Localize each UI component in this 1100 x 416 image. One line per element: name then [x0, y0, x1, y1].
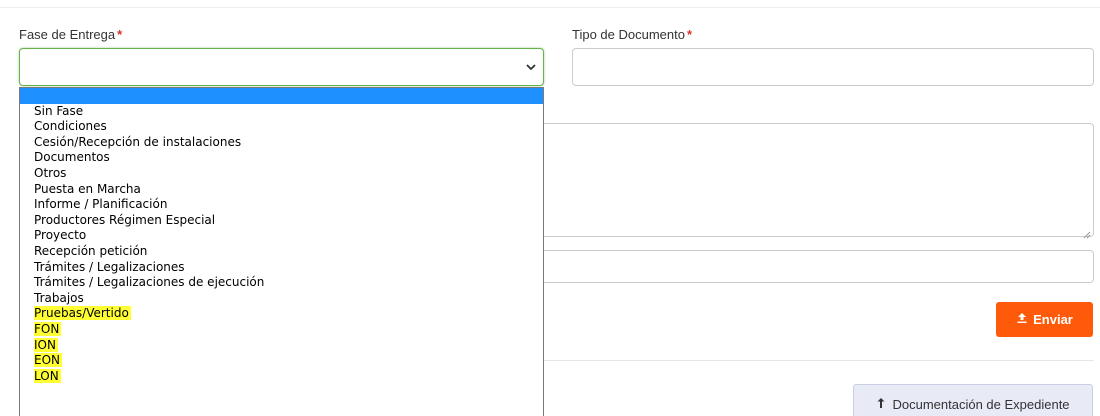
dropdown-option[interactable]: LON: [20, 368, 543, 385]
fase-entrega-label-text: Fase de Entrega: [19, 27, 116, 42]
dropdown-option-label: LON: [34, 368, 61, 383]
dropdown-option-label: Documentos: [34, 150, 110, 165]
dropdown-option[interactable]: Condiciones: [20, 119, 543, 135]
dropdown-option-label: FON: [34, 321, 62, 336]
secondary-input[interactable]: [520, 250, 1094, 283]
resize-grip-icon[interactable]: [1083, 226, 1091, 239]
chevron-down-icon: [525, 61, 537, 73]
description-textarea[interactable]: [520, 123, 1094, 239]
fase-entrega-dropdown-list[interactable]: Sin Fase Condiciones Cesión/Recepción de i…: [19, 87, 544, 416]
dropdown-option-label: Trámites / Legalizaciones de ejecución: [34, 275, 265, 290]
required-mark: *: [117, 27, 123, 42]
tipo-documento-label-text: Tipo de Documento: [572, 27, 685, 42]
dropdown-option[interactable]: Pruebas/Vertido: [20, 306, 543, 322]
dropdown-option[interactable]: FON: [20, 321, 543, 338]
dropdown-option[interactable]: ION: [20, 337, 543, 354]
upload-icon: [1016, 312, 1028, 327]
dropdown-option-label: Trámites / Legalizaciones: [34, 259, 185, 274]
dropdown-option-label: Cesión/Recepción de instalaciones: [34, 134, 242, 149]
tipo-documento-input[interactable]: [572, 48, 1094, 86]
dropdown-option[interactable]: EON: [20, 353, 543, 369]
dropdown-option-label: EON: [34, 353, 63, 368]
dropdown-option-label: Pruebas/Vertido: [34, 306, 131, 321]
dropdown-option[interactable]: Cesión/Recepción de instalaciones: [20, 135, 543, 151]
fase-entrega-select[interactable]: [19, 48, 544, 86]
dropdown-option[interactable]: Proyecto: [20, 228, 543, 244]
enviar-label: Enviar: [1033, 312, 1073, 327]
dropdown-option[interactable]: Otros: [20, 166, 543, 182]
fase-entrega-label: Fase de Entrega *: [19, 27, 122, 42]
tipo-documento-label: Tipo de Documento *: [572, 27, 692, 42]
dropdown-option-label: Condiciones: [34, 119, 107, 134]
dropdown-option[interactable]: Documentos: [20, 150, 543, 166]
upload-arrow-icon: [876, 397, 886, 412]
dropdown-option[interactable]: Trámites / Legalizaciones de ejecución: [20, 275, 543, 291]
dropdown-option[interactable]: Puesta en Marcha: [20, 182, 543, 198]
enviar-button[interactable]: Enviar: [996, 302, 1093, 337]
dropdown-option-label: Productores Régimen Especial: [34, 212, 216, 227]
dropdown-option[interactable]: Informe / Planificación: [20, 197, 543, 213]
dropdown-option[interactable]: Productores Régimen Especial: [20, 213, 543, 229]
dropdown-option-label: ION: [34, 337, 58, 352]
dropdown-option-label: Otros: [34, 165, 67, 180]
dropdown-option-label: Puesta en Marcha: [34, 181, 141, 196]
documentacion-expediente-label: Documentación de Expediente: [892, 396, 1070, 412]
dropdown-option-label: Informe / Planificación: [34, 197, 168, 212]
dropdown-option-label: Proyecto: [34, 228, 87, 243]
required-mark: *: [686, 27, 693, 42]
dropdown-option[interactable]: Recepción petición: [20, 244, 543, 260]
dropdown-option[interactable]: Sin Fase: [20, 104, 543, 120]
dropdown-option[interactable]: Trámites / Legalizaciones: [20, 260, 543, 276]
dropdown-option-label: Recepción petición: [34, 243, 148, 258]
documentacion-expediente-button[interactable]: Documentación de Expediente: [853, 384, 1093, 416]
top-divider: [0, 7, 1100, 8]
dropdown-option-label: Sin Fase: [34, 103, 84, 118]
dropdown-option-label: Trabajos: [34, 290, 84, 305]
dropdown-option[interactable]: [20, 88, 543, 104]
dropdown-option[interactable]: Trabajos: [20, 291, 543, 307]
section-divider: [520, 360, 1094, 361]
